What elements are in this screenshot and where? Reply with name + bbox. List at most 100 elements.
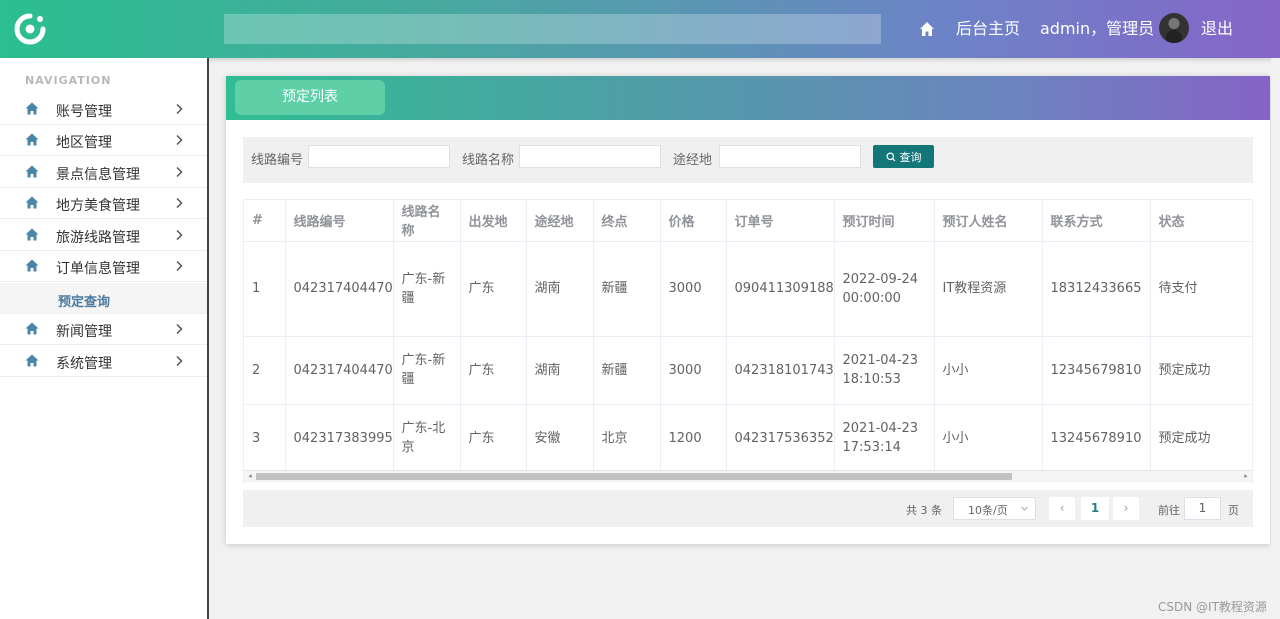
table-cell: 1200: [660, 404, 727, 473]
sidebar-item-label: 系统管理: [56, 356, 112, 372]
sidebar-item-scenic[interactable]: 景点信息管理: [0, 157, 207, 188]
table-row: 1 042317404470 广东-新疆 广东 湖南 新疆 3000 090411309188…: [244, 241, 1252, 337]
chevron-right-icon: [176, 229, 183, 241]
table-cell: 湖南: [526, 241, 594, 337]
header-search-input[interactable]: [224, 14, 881, 44]
column-header: 出发地: [460, 200, 527, 242]
sidebar-item-news[interactable]: 新闻管理: [0, 314, 207, 345]
table-cell: 3000: [660, 336, 727, 405]
table-cell: 安徽: [526, 404, 594, 473]
table-cell: IT教程资源: [934, 241, 1043, 337]
column-header: 预订人姓名: [934, 200, 1043, 242]
column-header: 线路名称: [393, 200, 461, 242]
column-header: 途经地: [526, 200, 594, 242]
main-card: 预定列表 线路编号 线路名称 途经地 查询 # 线路编号 线路名称 出发地 途经地 终点价…: [226, 76, 1270, 544]
search-icon: [886, 152, 895, 161]
table-row: 3 042317383995 广东-北京 广东 安徽 北京 1200 042317536352…: [244, 404, 1252, 473]
search-button[interactable]: 查询: [873, 145, 934, 168]
table-cell: 1: [244, 241, 286, 337]
sidebar-item-label: 地区管理: [56, 135, 112, 151]
avatar[interactable]: [1159, 13, 1189, 43]
sidebar-item-system[interactable]: 系统管理: [0, 346, 207, 377]
route-name-input[interactable]: [519, 145, 661, 168]
house-icon: [25, 102, 39, 115]
table-cell: 新疆: [593, 336, 661, 405]
horizontal-scrollbar[interactable]: ◂ ▸: [244, 470, 1252, 481]
page-scrollbar[interactable]: [1271, 58, 1280, 619]
sidebar-item-food[interactable]: 地方美食管理: [0, 188, 207, 219]
table-cell: 2021-04-23 18:10:53: [834, 336, 935, 405]
table-cell: 小小: [934, 336, 1043, 405]
table-cell: 2: [244, 336, 286, 405]
next-page-button[interactable]: ›: [1113, 497, 1139, 520]
page-size-select[interactable]: 10条/页: [953, 497, 1036, 520]
sidebar-subitem-booking-query[interactable]: 预定查询: [0, 283, 207, 314]
table-row: 2 042317404470 广东-新疆 广东 湖南 新疆 3000 042318101743…: [244, 336, 1252, 405]
sidebar-item-label: 旅游线路管理: [56, 230, 140, 246]
column-header: 线路编号: [285, 200, 394, 242]
column-header: #: [244, 200, 286, 242]
pagination: 共 3 条 10条/页 ‹ 1 › 前往 1 页: [243, 490, 1253, 527]
house-icon: [25, 165, 39, 178]
sidebar-item-label: 景点信息管理: [56, 167, 140, 183]
house-icon: [25, 354, 39, 367]
chevron-right-icon: [176, 260, 183, 272]
sidebar-item-label: 新闻管理: [56, 324, 112, 340]
route-name-label: 线路名称: [462, 153, 515, 168]
logo-icon: [14, 13, 46, 45]
table-cell: 预定成功: [1150, 404, 1252, 473]
table-cell: 广东: [460, 404, 527, 473]
scroll-right-icon[interactable]: ▸: [1242, 472, 1250, 480]
table-cell: 042317404470: [285, 241, 394, 337]
sidebar-item-label: 账号管理: [56, 104, 112, 120]
sidebar: NAVIGATION 账号管理 地区管理 景点信息管理 地方美食管理 旅游线路管…: [0, 58, 209, 619]
total-count: 共 3 条: [906, 504, 942, 517]
prev-page-button[interactable]: ‹: [1049, 497, 1075, 520]
table-cell: 湖南: [526, 336, 594, 405]
table-cell: 3: [244, 404, 286, 473]
goto-page-input[interactable]: 1: [1184, 497, 1221, 520]
sidebar-item-route[interactable]: 旅游线路管理: [0, 220, 207, 251]
route-no-input[interactable]: [308, 145, 450, 168]
table-cell: 13245678910: [1042, 404, 1151, 473]
column-header: 价格: [660, 200, 727, 242]
table-cell: 预定成功: [1150, 336, 1252, 405]
scroll-left-icon[interactable]: ◂: [246, 472, 254, 480]
home-icon[interactable]: [919, 21, 935, 37]
chevron-right-icon: [176, 134, 183, 146]
via-label: 途经地: [673, 153, 713, 168]
table-cell: 广东-北京: [393, 404, 461, 473]
page-size-value: 10条/页: [968, 504, 1008, 517]
user-label: admin，管理员: [1040, 19, 1155, 38]
table-cell: 待支付: [1150, 241, 1252, 337]
top-header: 后台主页 admin，管理员 退出: [0, 0, 1280, 58]
sidebar-item-label: 地方美食管理: [56, 198, 140, 214]
scroll-thumb[interactable]: [256, 473, 1012, 480]
tab-booking-list[interactable]: 预定列表: [235, 80, 385, 115]
search-button-label: 查询: [899, 150, 922, 164]
sidebar-item-label: 订单信息管理: [56, 261, 140, 277]
table-cell: 042317536352: [726, 404, 835, 473]
current-page[interactable]: 1: [1081, 497, 1109, 520]
table-cell: 北京: [593, 404, 661, 473]
table-cell: 2022-09-24 00:00:00: [834, 241, 935, 337]
table-cell: 小小: [934, 404, 1043, 473]
via-input[interactable]: [719, 145, 861, 168]
home-link[interactable]: 后台主页: [956, 19, 1020, 39]
sidebar-item-region[interactable]: 地区管理: [0, 125, 207, 156]
chevron-right-icon: [176, 197, 183, 209]
column-header: 订单号: [726, 200, 835, 242]
house-icon: [25, 322, 39, 335]
column-header: 状态: [1150, 200, 1252, 242]
chevron-right-icon: [176, 166, 183, 178]
house-icon: [25, 133, 39, 146]
column-header: 终点: [593, 200, 661, 242]
sidebar-subitem-label: 预定查询: [58, 295, 111, 310]
chevron-right-icon: [176, 103, 183, 115]
goto-label: 前往: [1158, 504, 1180, 517]
sidebar-item-order[interactable]: 订单信息管理: [0, 251, 207, 282]
logout-link[interactable]: 退出: [1201, 19, 1233, 39]
column-header: 预订时间: [834, 200, 935, 242]
watermark: CSDN @IT教程资源: [1158, 600, 1267, 614]
sidebar-item-account[interactable]: 账号管理: [0, 94, 207, 125]
